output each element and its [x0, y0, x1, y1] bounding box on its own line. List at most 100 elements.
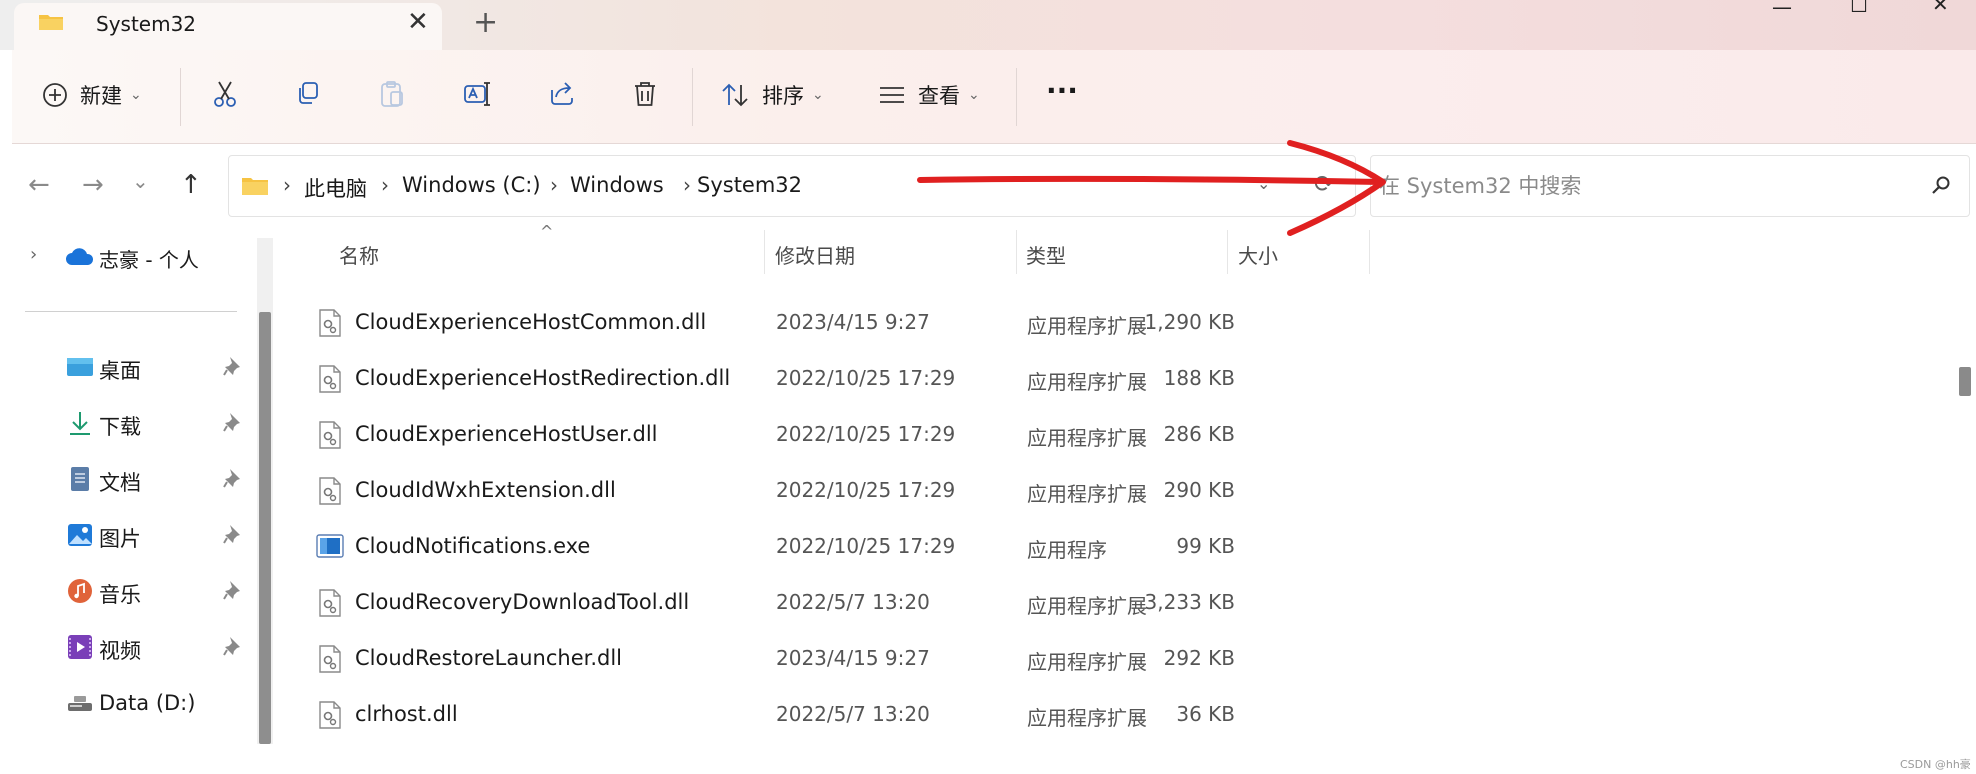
sidebar-item-music[interactable]: 音乐 — [60, 572, 250, 612]
command-bar: 新建 ⌄ 排序 ⌄ 查看 ⌄ ··· — [12, 50, 1976, 144]
breadcrumb-this-pc[interactable]: 此电脑 — [304, 173, 367, 203]
file-row[interactable]: CloudExperienceHostRedirection.dll 2022/1… — [283, 351, 1363, 407]
view-button[interactable]: 查看 ⌄ — [878, 80, 980, 110]
paste-button[interactable] — [379, 80, 405, 108]
file-list-scrollbar-thumb[interactable] — [1959, 367, 1971, 396]
file-type: 应用程序 — [1027, 538, 1107, 562]
sidebar-item-desktop[interactable]: 桌面 — [60, 348, 250, 388]
pin-icon — [223, 413, 240, 432]
file-row[interactable]: CloudExperienceHostUser.dll 2022/10/25 17… — [283, 407, 1363, 463]
file-list-scrollbar[interactable] — [1958, 230, 1972, 730]
delete-button[interactable] — [632, 80, 658, 108]
sidebar-item-videos[interactable]: 视频 — [60, 628, 250, 668]
share-icon — [551, 82, 573, 105]
up-icon[interactable]: ↑ — [180, 172, 202, 198]
column-header-name[interactable]: 名称 — [339, 240, 379, 269]
toolbar-divider — [1016, 68, 1017, 126]
new-button[interactable]: 新建 ⌄ — [42, 80, 142, 110]
column-header-type[interactable]: 类型 — [1026, 240, 1066, 269]
file-row[interactable]: CloudExperienceHostCommon.dll 2023/4/15 9… — [283, 295, 1363, 351]
new-label: 新建 — [80, 84, 122, 108]
dll-file-icon — [318, 477, 342, 509]
file-type: 应用程序扩展 — [1027, 482, 1147, 506]
dll-file-icon — [318, 421, 342, 453]
more-options-button[interactable]: ··· — [1046, 74, 1078, 107]
red-annotation-arrow — [917, 140, 1386, 236]
file-name: CloudNotifications.exe — [355, 534, 591, 558]
sort-ascending-icon: ^ — [540, 222, 554, 241]
desktop-icon — [67, 358, 93, 376]
chevron-down-icon: ⌄ — [130, 87, 142, 103]
file-size: 290 KB — [1163, 478, 1235, 502]
navigation-pane: › 志豪 - 个人 桌面 下载 文档 图片 音乐 视频 Data (D:) — [0, 230, 273, 750]
new-tab-icon[interactable]: + — [473, 6, 498, 40]
back-icon[interactable]: ← — [28, 172, 50, 198]
sidebar-scrollbar-thumb[interactable] — [259, 312, 271, 744]
sidebar-item-label: 图片 — [99, 527, 141, 551]
view-icon — [880, 87, 904, 103]
file-size: 36 KB — [1176, 702, 1235, 726]
column-header-size[interactable]: 大小 — [1238, 240, 1278, 269]
file-row[interactable]: CloudIdWxhExtension.dll 2022/10/25 17:29 应… — [283, 463, 1363, 519]
sidebar-item-data-drive[interactable]: Data (D:) — [60, 684, 250, 724]
file-size: 188 KB — [1163, 366, 1235, 390]
recent-locations-icon[interactable]: ⌄ — [132, 168, 149, 194]
tab-close-icon[interactable]: ✕ — [407, 7, 429, 37]
copy-button[interactable] — [295, 80, 321, 106]
minimize-icon[interactable]: — — [1772, 0, 1792, 17]
close-window-icon[interactable]: ✕ — [1932, 0, 1949, 14]
file-size: 3,233 KB — [1144, 590, 1235, 614]
column-divider[interactable] — [764, 230, 765, 274]
breadcrumb-windows[interactable]: Windows — [570, 173, 664, 197]
sidebar-item-label: Data (D:) — [99, 691, 196, 715]
rename-icon — [464, 82, 490, 106]
dll-file-icon — [318, 589, 342, 621]
sidebar-item-onedrive[interactable]: 志豪 - 个人 — [99, 244, 199, 273]
file-type: 应用程序扩展 — [1027, 426, 1147, 450]
file-name: CloudExperienceHostUser.dll — [355, 422, 658, 446]
sidebar-item-downloads[interactable]: 下载 — [60, 404, 250, 444]
share-button[interactable] — [548, 80, 576, 106]
watermark: CSDN @hh豪 — [1900, 758, 1971, 771]
cut-button[interactable] — [212, 80, 238, 108]
pin-icon — [223, 525, 240, 544]
search-input[interactable] — [1379, 170, 1919, 202]
file-type: 应用程序扩展 — [1027, 314, 1147, 338]
sort-icon — [722, 83, 748, 107]
file-name: CloudRecoveryDownloadTool.dll — [355, 590, 690, 614]
maximize-icon[interactable]: ☐ — [1850, 0, 1868, 15]
forward-icon[interactable]: → — [82, 172, 104, 198]
download-icon — [70, 412, 90, 435]
breadcrumb-separator: › — [283, 173, 291, 197]
music-icon — [68, 579, 92, 603]
file-row[interactable]: clrhost.dll 2022/5/7 13:20 应用程序扩展 36 KB — [283, 687, 1363, 743]
sort-button[interactable]: 排序 ⌄ — [720, 80, 824, 110]
sidebar-scrollbar[interactable] — [257, 238, 273, 744]
file-modified-date: 2022/10/25 17:29 — [776, 422, 956, 446]
sidebar-item-pictures[interactable]: 图片 — [60, 516, 250, 556]
breadcrumb-system32[interactable]: System32 — [697, 173, 802, 197]
column-divider[interactable] — [1016, 230, 1017, 274]
dll-file-icon — [318, 365, 342, 397]
rename-button[interactable] — [463, 80, 493, 108]
file-modified-date: 2022/5/7 13:20 — [776, 590, 930, 614]
search-icon[interactable] — [1930, 174, 1952, 196]
column-divider[interactable] — [1227, 230, 1228, 274]
column-header-date[interactable]: 修改日期 — [775, 240, 855, 269]
breadcrumb-windows-c[interactable]: Windows (C:) — [402, 173, 541, 197]
sidebar-item-label: 文档 — [99, 471, 141, 495]
search-box[interactable] — [1370, 155, 1970, 217]
sidebar-item-label: 音乐 — [99, 583, 141, 607]
column-divider[interactable] — [1369, 230, 1370, 274]
pin-icon — [223, 469, 240, 488]
file-row[interactable]: CloudRestoreLauncher.dll 2023/4/15 9:27 应用… — [283, 631, 1363, 687]
sidebar-item-documents[interactable]: 文档 — [60, 460, 250, 500]
file-size: 1,290 KB — [1144, 310, 1235, 334]
tab-system32[interactable]: System32 ✕ — [14, 3, 442, 50]
delete-icon — [635, 82, 655, 106]
expand-chevron-icon[interactable]: › — [30, 244, 37, 265]
file-row[interactable]: CloudRecoveryDownloadTool.dll 2022/5/7 13… — [283, 575, 1363, 631]
file-row[interactable]: CloudNotifications.exe 2022/10/25 17:29 应用… — [283, 519, 1363, 575]
file-name: CloudExperienceHostCommon.dll — [355, 310, 707, 334]
file-type: 应用程序扩展 — [1027, 594, 1147, 618]
